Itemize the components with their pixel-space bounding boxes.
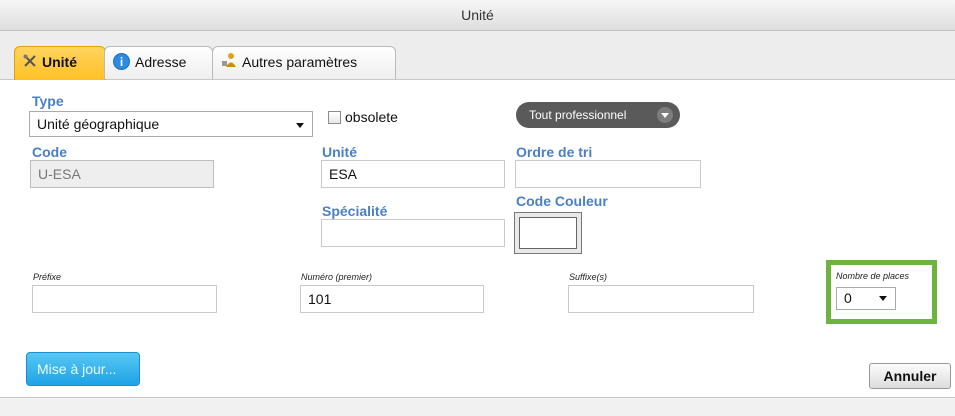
unite-input[interactable]: ESA [321, 160, 505, 188]
color-swatch [519, 217, 577, 249]
settings-person-icon [221, 48, 237, 79]
tab-autres-parametres-label: Autres paramètres [242, 54, 358, 70]
tab-bar: Unité i Adresse Autres paramètres [0, 31, 955, 80]
tab-adresse[interactable]: i Adresse [104, 46, 213, 79]
numero-label: Numéro (premier) [301, 272, 373, 282]
type-select[interactable]: Unité géographique [29, 111, 313, 137]
type-label: Type [32, 93, 64, 109]
prefixe-label: Préfixe [33, 272, 62, 282]
info-icon: i [113, 53, 130, 71]
chevron-down-icon [296, 123, 304, 128]
code-couleur-label: Code Couleur [516, 193, 608, 209]
tab-autres-parametres[interactable]: Autres paramètres [212, 46, 396, 79]
tab-unite[interactable]: Unité [14, 46, 106, 80]
suffixe-label: Suffixe(s) [569, 272, 608, 282]
nombre-places-label: Nombre de places [836, 271, 910, 281]
bottom-bar [0, 397, 955, 416]
code-field: U-ESA [30, 160, 214, 188]
specialite-input[interactable] [321, 219, 505, 247]
nombre-places-value: 0 [844, 290, 852, 306]
ordre-tri-input[interactable] [515, 160, 701, 188]
tout-professionnel-label: Tout professionnel [529, 108, 627, 122]
numero-input[interactable]: 101 [300, 285, 484, 313]
cancel-button[interactable]: Annuler [869, 363, 951, 389]
tools-icon [23, 48, 37, 79]
unite-label: Unité [322, 144, 357, 160]
chevron-down-icon [879, 296, 887, 301]
dropdown-arrow-icon [657, 107, 673, 123]
tout-professionnel-dropdown[interactable]: Tout professionnel [516, 102, 680, 128]
tab-unite-label: Unité [42, 54, 77, 70]
nombre-places-select[interactable]: 0 [836, 287, 896, 310]
prefixe-input[interactable] [32, 285, 217, 313]
obsolete-checkbox[interactable] [328, 111, 341, 124]
specialite-label: Spécialité [322, 203, 388, 219]
window-title: Unité [0, 0, 955, 31]
suffixe-input[interactable] [568, 285, 754, 313]
ordre-tri-label: Ordre de tri [516, 144, 593, 160]
color-picker[interactable] [514, 212, 582, 254]
type-select-value: Unité géographique [37, 116, 160, 132]
obsolete-label: obsolete [345, 109, 398, 125]
code-label: Code [32, 144, 67, 160]
update-button[interactable]: Mise à jour... [26, 352, 140, 386]
tab-adresse-label: Adresse [135, 54, 187, 70]
